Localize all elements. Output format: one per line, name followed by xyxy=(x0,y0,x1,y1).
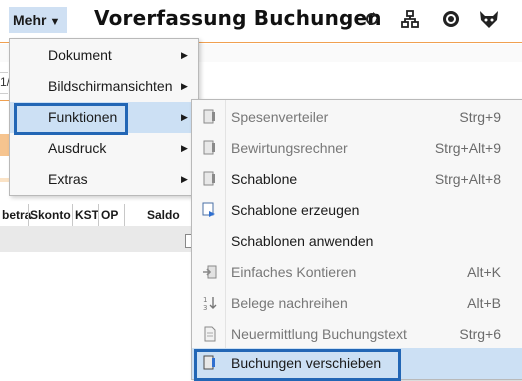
submenu-item-einfaches-kontieren[interactable]: Einfaches Kontieren Alt+K xyxy=(192,257,522,288)
submenu-item-schablonen-anwenden[interactable]: Schablonen anwenden xyxy=(192,226,522,257)
menu-item-label: Ausdruck xyxy=(48,140,107,156)
document-icon xyxy=(204,326,216,342)
submenu-item-schablone[interactable]: Schablone Strg+Alt+8 xyxy=(192,164,522,195)
submenu-arrow-icon: ▶ xyxy=(181,81,188,91)
submenu-item-schablone-erzeugen[interactable]: Schablone erzeugen xyxy=(192,195,522,226)
shortcut-label: Strg+6 xyxy=(459,326,501,342)
page-title: Vorerfassung Buchungen xyxy=(94,6,382,30)
submenu-item-label: Schablone xyxy=(231,171,298,187)
menu-item-dokument[interactable]: Dokument ▶ xyxy=(10,40,198,71)
menu-item-bildschirmansichten[interactable]: Bildschirmansichten ▶ xyxy=(10,71,198,102)
submenu-item-label: Belege nachreihen xyxy=(231,295,348,311)
submenu-item-label: Schablone erzeugen xyxy=(231,202,360,218)
submenu-arrow-icon: ▶ xyxy=(181,143,188,153)
submenu-item-label: Einfaches Kontieren xyxy=(231,264,357,280)
shortcut-label: Alt+K xyxy=(467,264,501,280)
svg-text:3: 3 xyxy=(203,304,207,311)
menu-item-label: Funktionen xyxy=(48,109,118,125)
menu-item-extras[interactable]: Extras ▶ xyxy=(10,164,198,195)
submenu-arrow-icon: ▶ xyxy=(181,112,188,122)
submenu-item-spesenverteiler[interactable]: Spesenverteiler Strg+9 xyxy=(192,102,522,133)
svg-text:1: 1 xyxy=(203,296,207,304)
mehr-menu-button[interactable]: Mehr ▼ xyxy=(9,7,67,33)
title-bar: Mehr ▼ Vorerfassung Buchungen xyxy=(0,0,522,40)
column-header[interactable]: Saldo xyxy=(147,208,180,222)
table-row[interactable] xyxy=(0,226,200,252)
help-icon[interactable] xyxy=(441,9,461,29)
chevron-down-icon: ▼ xyxy=(49,16,61,28)
shortcut-label: Strg+9 xyxy=(459,109,501,125)
table-header: betra Skonto KST OP Saldo xyxy=(0,204,200,252)
shortcut-label: Alt+B xyxy=(467,295,501,311)
document-move-icon xyxy=(203,355,215,370)
column-header[interactable]: KST xyxy=(75,208,99,222)
submenu-item-belege-nachreihen[interactable]: 13 Belege nachreihen Alt+B xyxy=(192,288,522,319)
submenu-item-buchungen-verschieben[interactable]: Buchungen verschieben xyxy=(192,348,522,381)
menu-item-ausdruck[interactable]: Ausdruck ▶ xyxy=(10,133,198,164)
shortcut-label: Strg+Alt+8 xyxy=(434,171,501,187)
arrow-in-icon xyxy=(203,265,217,279)
menu-item-funktionen[interactable]: Funktionen ▶ xyxy=(10,102,198,135)
document-pin-icon xyxy=(203,109,215,124)
menu-item-label: Extras xyxy=(48,171,88,187)
period-field[interactable]: 1/ xyxy=(0,72,10,94)
submenu-item-bewirtungsrechner[interactable]: Bewirtungsrechner Strg+Alt+9 xyxy=(192,133,522,164)
menu-item-label: Dokument xyxy=(48,47,112,63)
template-create-icon xyxy=(202,202,215,217)
mehr-dropdown-menu: Dokument ▶ Bildschirmansichten ▶ Funktio… xyxy=(9,38,199,196)
mehr-menu-label: Mehr xyxy=(13,12,47,28)
column-header[interactable]: betra xyxy=(2,208,31,222)
sort-numbers-icon: 13 xyxy=(203,296,217,311)
menu-item-label: Bildschirmansichten xyxy=(48,78,173,94)
refresh-icon[interactable] xyxy=(362,9,382,29)
submenu-item-label: Schablonen anwenden xyxy=(231,233,374,249)
helper-mascot-icon[interactable] xyxy=(478,9,498,29)
funktionen-submenu: Spesenverteiler Strg+9 Bewirtungsrechner… xyxy=(191,99,522,381)
document-pin-icon xyxy=(203,140,215,155)
submenu-item-label: Neuermittlung Buchungstext xyxy=(231,326,407,342)
column-header[interactable]: Skonto xyxy=(30,208,71,222)
column-header[interactable]: OP xyxy=(101,208,118,222)
submenu-item-label: Spesenverteiler xyxy=(231,109,329,125)
submenu-item-label: Bewirtungsrechner xyxy=(231,140,348,156)
network-icon[interactable] xyxy=(400,9,420,29)
submenu-arrow-icon: ▶ xyxy=(181,174,188,184)
document-pin-icon xyxy=(203,171,215,186)
submenu-arrow-icon: ▶ xyxy=(181,50,188,60)
submenu-item-label: Buchungen verschieben xyxy=(231,355,382,371)
submenu-item-neuermittlung-buchungstext[interactable]: Neuermittlung Buchungstext Strg+6 xyxy=(192,319,522,350)
shortcut-label: Strg+Alt+9 xyxy=(434,140,501,156)
